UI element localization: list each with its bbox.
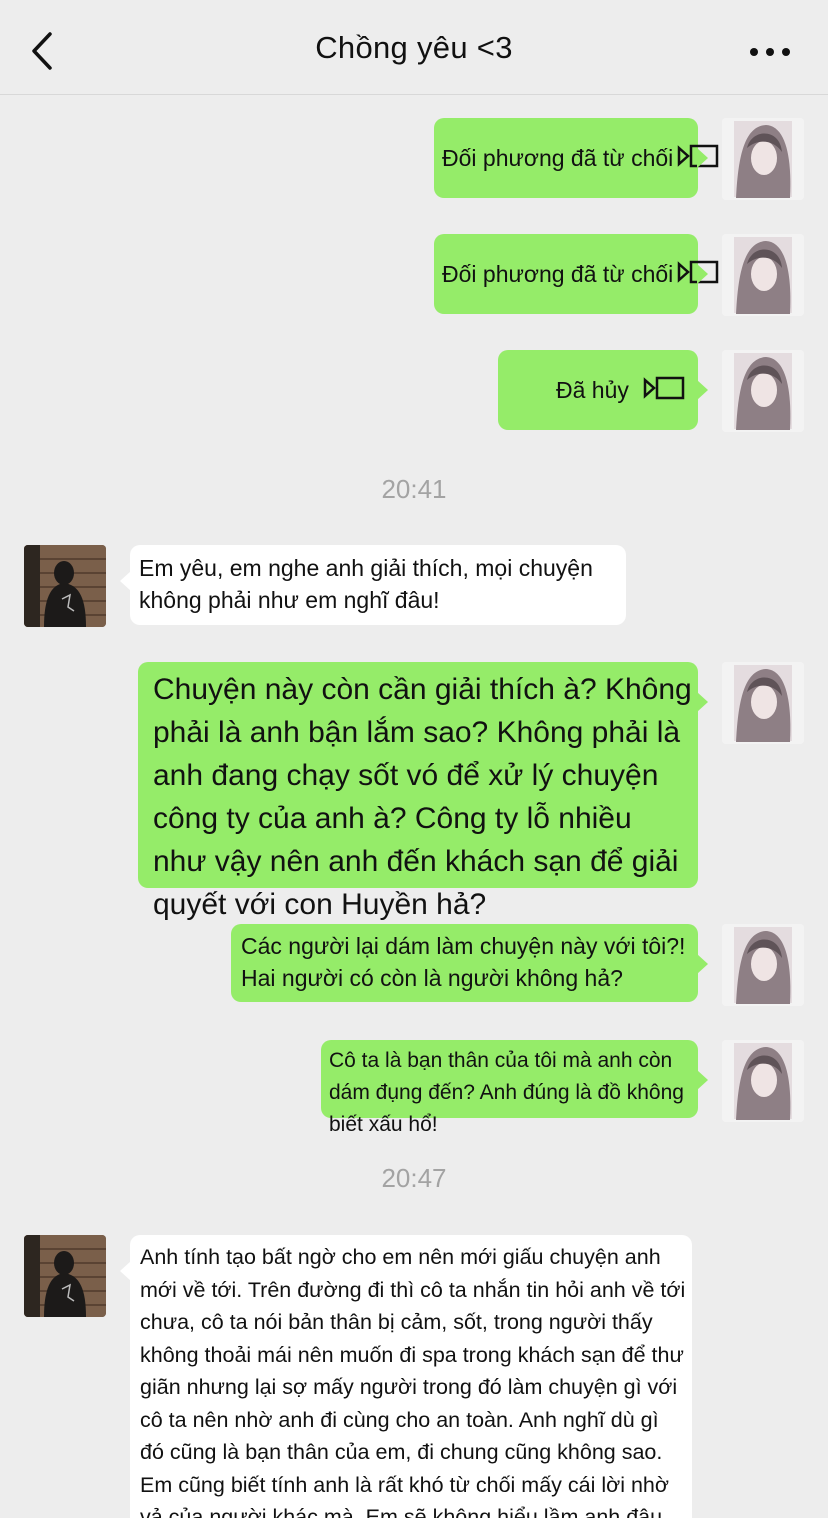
video-call-icon xyxy=(677,259,719,293)
video-call-icon xyxy=(643,375,685,409)
message-text: Đối phương đã từ chối xyxy=(442,261,674,287)
chat-title: Chồng yêu <3 xyxy=(315,30,513,65)
timestamp: 20:41 xyxy=(381,474,447,504)
message-text: Anh tính tạo bất ngờ cho em nên mới giấu… xyxy=(140,1245,686,1518)
video-call-icon xyxy=(677,143,719,177)
avatar-contact[interactable] xyxy=(24,545,106,627)
message-text: Các người lại dám làm chuyện này với tôi… xyxy=(241,933,686,991)
message-bubble-call-cancelled[interactable]: Đã hủy xyxy=(498,350,708,430)
more-button[interactable] xyxy=(750,48,790,56)
message-bubble-call-declined[interactable]: Đối phương đã từ chối xyxy=(434,118,719,198)
avatar-me[interactable] xyxy=(722,662,804,744)
avatar-contact-image xyxy=(24,545,106,627)
avatar-me[interactable] xyxy=(722,350,804,432)
message-text: Đã hủy xyxy=(556,377,629,403)
avatar-me[interactable] xyxy=(722,924,804,1006)
avatar-contact[interactable] xyxy=(24,1235,106,1317)
message-text: Cô ta là bạn thân của tôi mà anh còn dám… xyxy=(329,1049,684,1136)
message-bubble-contact[interactable]: Anh tính tạo bất ngờ cho em nên mới giấu… xyxy=(120,1235,692,1518)
message-bubble-contact[interactable]: Em yêu, em nghe anh giải thích, mọi chuy… xyxy=(120,545,626,625)
message-text: Chuyện này còn cần giải thích à? Không p… xyxy=(153,673,692,921)
message-bubble-me[interactable]: Chuyện này còn cần giải thích à? Không p… xyxy=(138,662,708,921)
chat-header: Chồng yêu <3 xyxy=(0,0,828,95)
message-text: Đối phương đã từ chối xyxy=(442,145,674,171)
avatar-me[interactable] xyxy=(722,118,804,200)
message-bubble-me[interactable]: Các người lại dám làm chuyện này với tôi… xyxy=(231,924,708,1002)
avatar-me[interactable] xyxy=(722,234,804,316)
avatar-me-image xyxy=(722,118,804,200)
message-bubble-call-declined[interactable]: Đối phương đã từ chối xyxy=(434,234,719,314)
avatar-me[interactable] xyxy=(722,1040,804,1122)
timestamp: 20:47 xyxy=(381,1163,447,1193)
more-dots-icon xyxy=(750,48,758,56)
message-text: Em yêu, em nghe anh giải thích, mọi chuy… xyxy=(139,555,593,613)
message-bubble-me[interactable]: Cô ta là bạn thân của tôi mà anh còn dám… xyxy=(321,1040,708,1136)
